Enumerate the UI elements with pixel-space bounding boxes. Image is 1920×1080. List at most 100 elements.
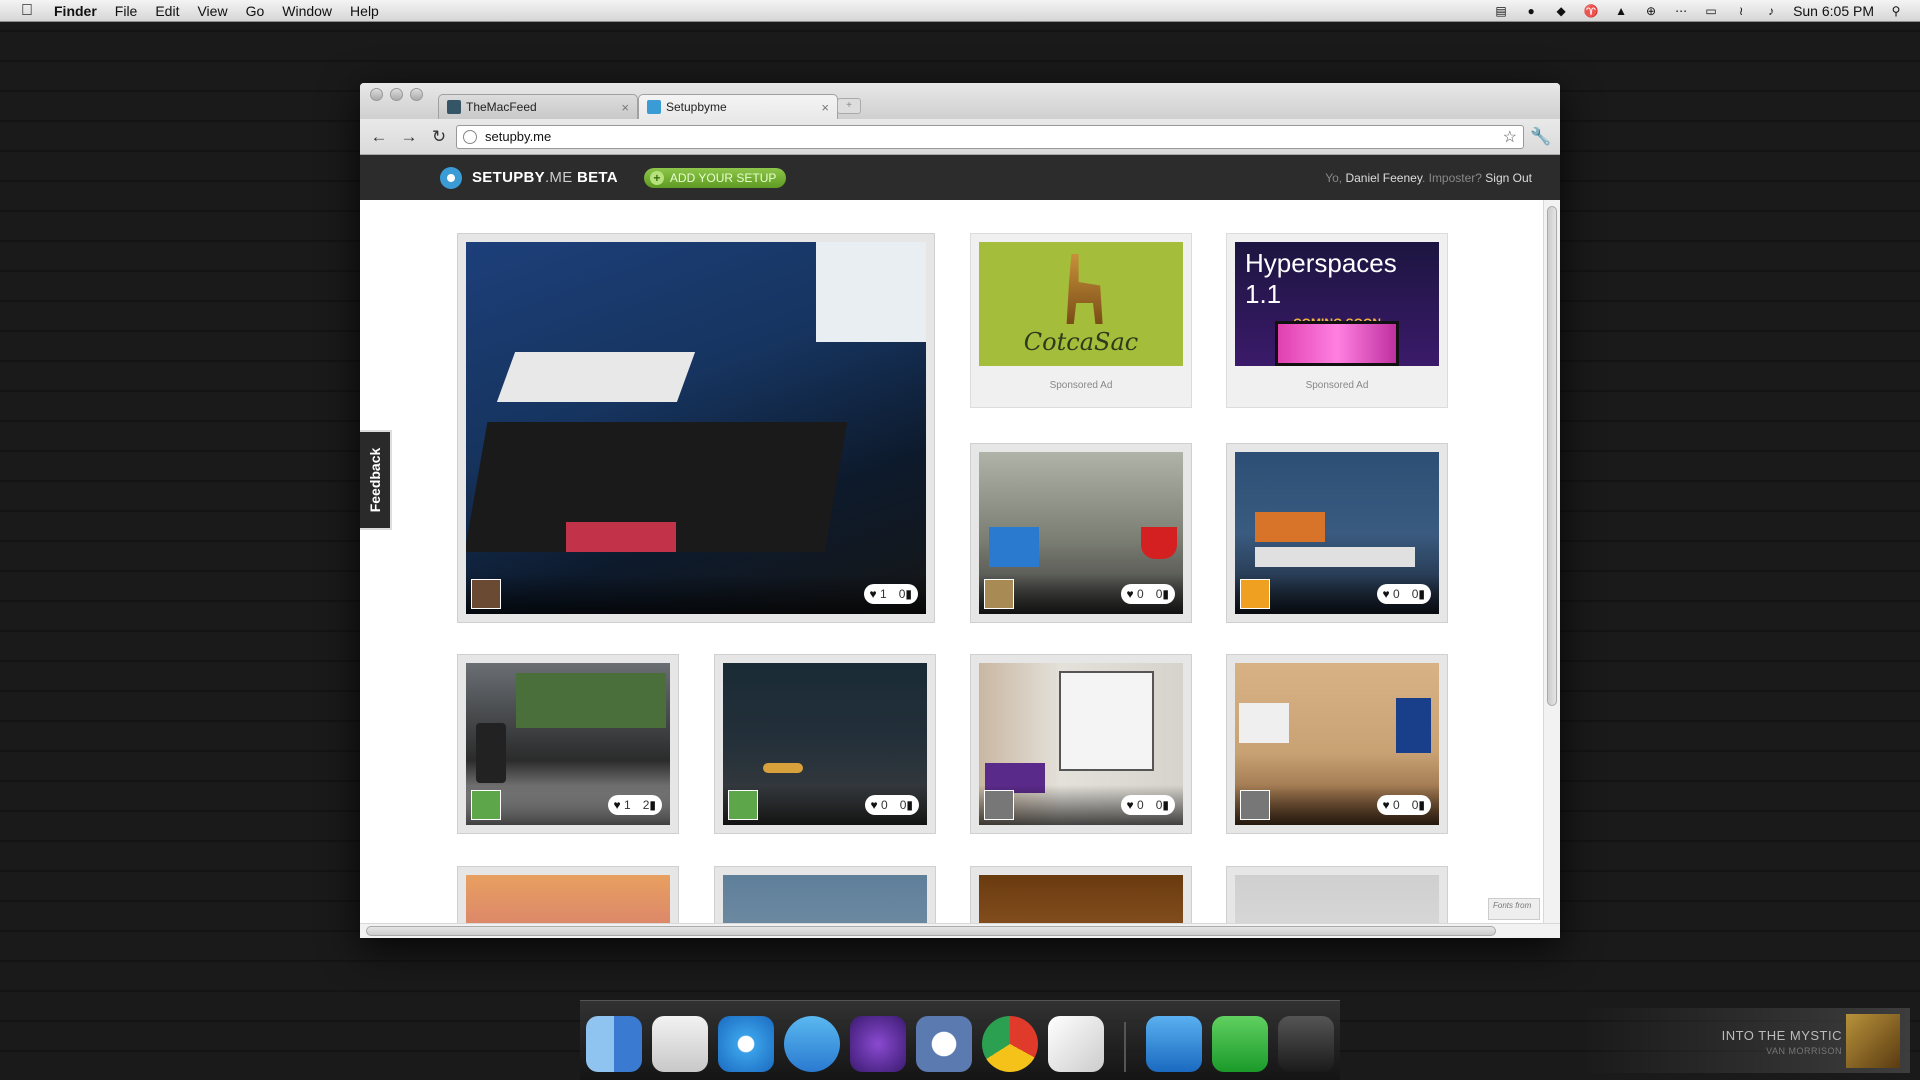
sign-out-link[interactable]: Sign Out [1485, 171, 1532, 185]
avatar[interactable] [1240, 579, 1270, 609]
menu-edit[interactable]: Edit [155, 3, 179, 19]
setup-photo[interactable]: ♥ 0 0▮ [979, 663, 1183, 825]
comments[interactable]: 0▮ [1156, 587, 1169, 601]
avatar[interactable] [984, 579, 1014, 609]
finder-icon[interactable] [586, 1016, 642, 1072]
sponsored-ad-cotcasac[interactable]: CotcaSac Sponsored Ad [970, 233, 1192, 408]
album-art[interactable] [1846, 1014, 1900, 1068]
likes[interactable]: ♥ 1 [870, 587, 887, 601]
setup-card[interactable]: ♥ 0 0▮ [970, 443, 1192, 623]
setup-card[interactable] [457, 866, 679, 928]
setup-card[interactable] [970, 866, 1192, 928]
menu-file[interactable]: File [115, 3, 138, 19]
setup-photo[interactable] [723, 875, 927, 928]
setup-card[interactable]: ♥ 1 2▮ [457, 654, 679, 834]
status-icon-3[interactable]: ♈ [1583, 4, 1599, 18]
setup-card[interactable]: ♥ 0 0▮ [970, 654, 1192, 834]
growl-icon[interactable]: ▲ [1613, 4, 1629, 18]
comments[interactable]: 0▮ [1156, 798, 1169, 812]
volume-icon[interactable]: ♪ [1763, 4, 1779, 18]
comments[interactable]: 0▮ [900, 798, 913, 812]
zoom-window-button[interactable] [410, 88, 423, 101]
comments[interactable]: 0▮ [1412, 587, 1425, 601]
wrench-menu-icon[interactable]: 🔧 [1528, 125, 1554, 149]
setup-card[interactable]: ♥ 0 0▮ [1226, 443, 1448, 623]
likes[interactable]: ♥ 0 [1127, 587, 1144, 601]
status-icon-2[interactable]: ● [1523, 4, 1539, 18]
horizontal-scrollbar[interactable] [360, 923, 1560, 938]
username-link[interactable]: Daniel Feeney [1345, 171, 1422, 185]
setup-card[interactable] [1226, 866, 1448, 928]
tab-themacfeed[interactable]: TheMacFeed × [438, 94, 638, 119]
likes[interactable]: ♥ 0 [1127, 798, 1144, 812]
menu-app-name[interactable]: Finder [54, 3, 97, 19]
downloads-icon[interactable] [1212, 1016, 1268, 1072]
setup-card-featured[interactable]: ♥ 1 0▮ [457, 233, 935, 623]
fonts-badge[interactable]: Fonts from [1488, 898, 1540, 920]
likes[interactable]: ♥ 0 [871, 798, 888, 812]
comments[interactable]: 2▮ [643, 798, 656, 812]
likes[interactable]: ♥ 0 [1383, 798, 1400, 812]
vertical-scroll-thumb[interactable] [1547, 206, 1557, 706]
close-window-button[interactable] [370, 88, 383, 101]
feedback-tab[interactable]: Feedback [360, 430, 392, 530]
setup-photo[interactable]: ♥ 1 0▮ [466, 242, 926, 614]
menu-view[interactable]: View [197, 3, 227, 19]
close-tab-icon[interactable]: × [621, 100, 629, 115]
setup-photo[interactable] [979, 875, 1183, 928]
app-store-icon[interactable] [1146, 1016, 1202, 1072]
default-avatar-icon[interactable] [1240, 790, 1270, 820]
1password-icon[interactable] [916, 1016, 972, 1072]
likes[interactable]: ♥ 0 [1383, 587, 1400, 601]
setupbyme-logo-icon[interactable] [440, 166, 462, 189]
ad-image[interactable]: Hyperspaces 1.1 COMING SOON [1235, 242, 1439, 366]
comments[interactable]: 0▮ [1412, 798, 1425, 812]
menu-go[interactable]: Go [246, 3, 265, 19]
trash-icon[interactable] [1278, 1016, 1334, 1072]
wifi-icon[interactable]: ≀ [1733, 4, 1749, 18]
add-your-setup-button[interactable]: + ADD YOUR SETUP [643, 167, 787, 188]
menu-clock[interactable]: Sun 6:05 PM [1793, 3, 1874, 19]
new-tab-button[interactable]: + [837, 98, 861, 114]
avatar[interactable] [728, 790, 758, 820]
setup-photo[interactable]: ♥ 0 0▮ [1235, 452, 1439, 614]
status-icon-5[interactable]: ⋯ [1673, 4, 1689, 18]
horizontal-scroll-thumb[interactable] [366, 926, 1496, 936]
status-icon-1[interactable]: ▤ [1493, 4, 1509, 18]
itunes-icon[interactable] [850, 1016, 906, 1072]
comments[interactable]: 0▮ [899, 587, 912, 601]
battery-icon[interactable]: ▭ [1703, 4, 1719, 18]
spotlight-search-icon[interactable]: ⚲ [1888, 4, 1904, 18]
minimize-window-button[interactable] [390, 88, 403, 101]
setup-photo[interactable] [466, 875, 670, 928]
likes[interactable]: ♥ 1 [614, 798, 631, 812]
setup-photo[interactable]: ♥ 0 0▮ [1235, 663, 1439, 825]
vertical-scrollbar[interactable] [1543, 200, 1560, 928]
setup-photo[interactable] [1235, 875, 1439, 928]
tab-setupbyme[interactable]: Setupbyme × [638, 94, 838, 119]
avatar[interactable] [471, 579, 501, 609]
forward-arrow-icon[interactable]: → [396, 125, 422, 149]
close-tab-icon[interactable]: × [821, 100, 829, 115]
setup-card[interactable]: ♥ 0 0▮ [714, 654, 936, 834]
menu-help[interactable]: Help [350, 3, 379, 19]
apple-menu-icon[interactable]:  [16, 2, 38, 20]
ad-image[interactable]: CotcaSac [979, 242, 1183, 366]
site-brand[interactable]: SETUPBY.ME BETA [472, 169, 618, 186]
sponsored-ad-hyperspaces[interactable]: Hyperspaces 1.1 COMING SOON Sponsored Ad [1226, 233, 1448, 408]
safari-icon[interactable] [718, 1016, 774, 1072]
reload-icon[interactable]: ↻ [426, 125, 452, 149]
avatar[interactable] [471, 790, 501, 820]
status-icon-4[interactable]: ⊕ [1643, 4, 1659, 18]
menu-window[interactable]: Window [282, 3, 332, 19]
setup-photo[interactable]: ♥ 1 2▮ [466, 663, 670, 825]
setup-photo[interactable]: ♥ 0 0▮ [979, 452, 1183, 614]
back-arrow-icon[interactable]: ← [366, 125, 392, 149]
chrome-icon[interactable] [982, 1016, 1038, 1072]
url-text[interactable]: setupby.me [485, 129, 551, 144]
setup-card[interactable]: ♥ 0 0▮ [1226, 654, 1448, 834]
messages-icon[interactable] [784, 1016, 840, 1072]
dropbox-icon[interactable]: ◆ [1553, 4, 1569, 18]
address-bar[interactable]: setupby.me ☆ [456, 124, 1524, 149]
bookmark-star-icon[interactable]: ☆ [1503, 127, 1517, 147]
